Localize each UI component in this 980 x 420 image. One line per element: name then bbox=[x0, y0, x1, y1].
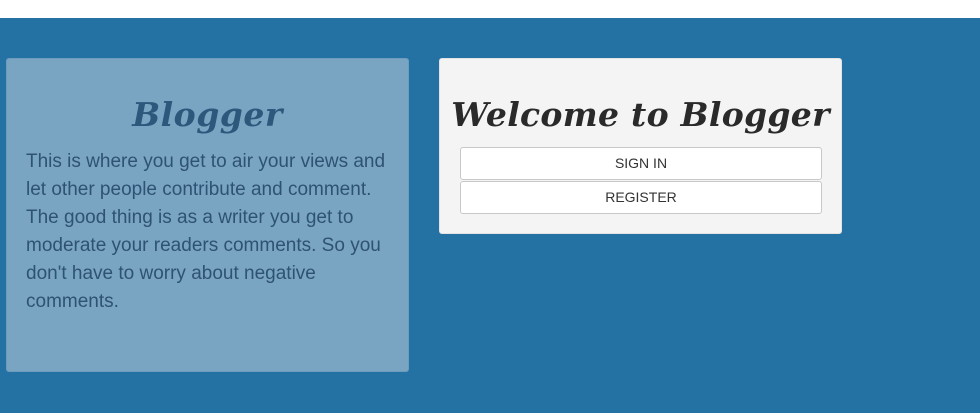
about-text: This is where you get to air your views … bbox=[26, 148, 391, 316]
welcome-title: Welcome to Blogger bbox=[451, 95, 830, 134]
about-line-1: This is where you get to air your views … bbox=[26, 151, 386, 200]
sign-in-button[interactable]: SIGN IN bbox=[460, 147, 822, 180]
register-button[interactable]: REGISTER bbox=[460, 181, 822, 214]
welcome-panel: Welcome to Blogger SIGN IN REGISTER bbox=[439, 58, 842, 234]
page: Blogger This is where you get to air you… bbox=[0, 0, 980, 420]
bottom-strip bbox=[0, 413, 980, 420]
about-line-2: The good thing is as a writer you get to… bbox=[26, 207, 381, 312]
about-title: Blogger bbox=[132, 95, 283, 134]
about-panel: Blogger This is where you get to air you… bbox=[6, 58, 409, 372]
top-strip bbox=[0, 0, 980, 18]
main-area: Blogger This is where you get to air you… bbox=[0, 18, 980, 413]
